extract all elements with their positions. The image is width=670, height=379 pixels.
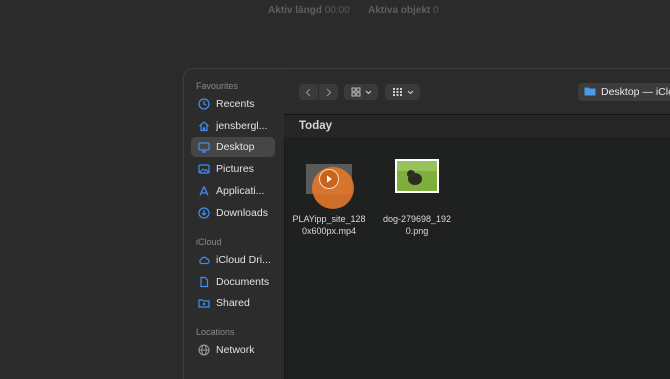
active-objects: Aktiva objekt 0 [368, 5, 439, 16]
icloud-header: iCloud [196, 237, 222, 247]
sidebar-item-label: Downloads [216, 207, 268, 219]
forward-button[interactable] [318, 84, 338, 100]
home-icon [198, 120, 210, 132]
cloud-icon [198, 254, 210, 266]
sidebar-item-label: Network [216, 344, 255, 356]
view-mode-button[interactable] [344, 84, 378, 100]
sidebar-item-shared[interactable]: Shared [191, 293, 275, 313]
chevron-down-icon [365, 90, 371, 94]
back-button[interactable] [299, 84, 318, 100]
active-duration-value: 00:00 [324, 5, 350, 16]
sidebar: Favourites Recents jensbergl... Desktop … [184, 69, 285, 379]
folder-icon [584, 86, 596, 99]
sidebar-item-applications[interactable]: Applicati... [191, 181, 275, 201]
desktop-icon [198, 141, 210, 153]
clock-icon [198, 98, 210, 110]
video-thumbnail-icon [305, 159, 354, 209]
toolbar: Desktop — iCloud [284, 69, 670, 115]
chevron-right-icon [326, 88, 332, 96]
sidebar-item-label: Shared [216, 297, 250, 309]
globe-icon [198, 344, 210, 356]
file-picker-window: Favourites Recents jensbergl... Desktop … [183, 68, 670, 379]
file-name: dog-279698_192 0.png [372, 213, 462, 237]
sidebar-item-documents[interactable]: Documents [191, 272, 275, 292]
file-name-line: dog-279698_192 [382, 214, 452, 224]
sidebar-item-label: jensbergl... [216, 120, 268, 132]
favourites-header: Favourites [196, 81, 239, 91]
play-icon [319, 169, 339, 189]
section-header: Today [284, 115, 670, 137]
sidebar-item-recents[interactable]: Recents [191, 94, 275, 114]
active-objects-value: 0 [433, 5, 439, 16]
sidebar-item-label: Documents [216, 276, 270, 288]
chevron-down-icon [407, 90, 413, 94]
sidebar-item-label: Applicati... [216, 185, 265, 197]
download-icon [198, 207, 210, 219]
shared-folder-icon [198, 297, 210, 309]
sidebar-item-pictures[interactable]: Pictures [191, 159, 275, 179]
sidebar-item-home[interactable]: jensbergl... [191, 116, 275, 136]
group-by-button[interactable] [385, 84, 420, 100]
nav-buttons [299, 84, 338, 100]
location-label: Desktop — iCloud [601, 86, 670, 98]
section-title: Today [299, 120, 333, 132]
active-duration: Aktiv längd 00:00 [268, 5, 350, 16]
sidebar-item-label: iCloud Dri... [216, 254, 271, 266]
grid-view-icon [351, 87, 360, 97]
sidebar-item-icloud-drive[interactable]: iCloud Dri... [191, 250, 275, 270]
image-thumbnail-icon [395, 159, 439, 193]
sidebar-item-label: Recents [216, 98, 255, 110]
pictures-icon [198, 163, 210, 175]
group-grid-icon [392, 88, 402, 96]
active-duration-label: Aktiv längd [268, 5, 322, 16]
file-name: PLAYipp_site_128 0x600px.mp4 [284, 213, 374, 237]
chevron-left-icon [305, 88, 311, 96]
applications-icon [198, 185, 210, 197]
status-bar: Aktiv längd 00:00 Aktiva objekt 0 [0, 0, 670, 22]
file-name-line: 0.png [405, 226, 429, 236]
location-dropdown[interactable]: Desktop — iCloud [578, 83, 670, 101]
file-name-line: PLAYipp_site_128 [292, 214, 366, 224]
file-item-image[interactable]: dog-279698_192 0.png [372, 159, 462, 237]
locations-header: Locations [196, 327, 235, 337]
file-name-line: 0x600px.mp4 [301, 226, 357, 236]
sidebar-item-label: Pictures [216, 163, 254, 175]
document-icon [198, 276, 210, 288]
sidebar-item-label: Desktop [216, 141, 255, 153]
sidebar-item-desktop[interactable]: Desktop [191, 137, 275, 157]
active-objects-label: Aktiva objekt [368, 5, 431, 16]
sidebar-item-downloads[interactable]: Downloads [191, 203, 275, 223]
sidebar-item-network[interactable]: Network [191, 340, 275, 360]
file-item-video[interactable]: PLAYipp_site_128 0x600px.mp4 [284, 159, 374, 237]
